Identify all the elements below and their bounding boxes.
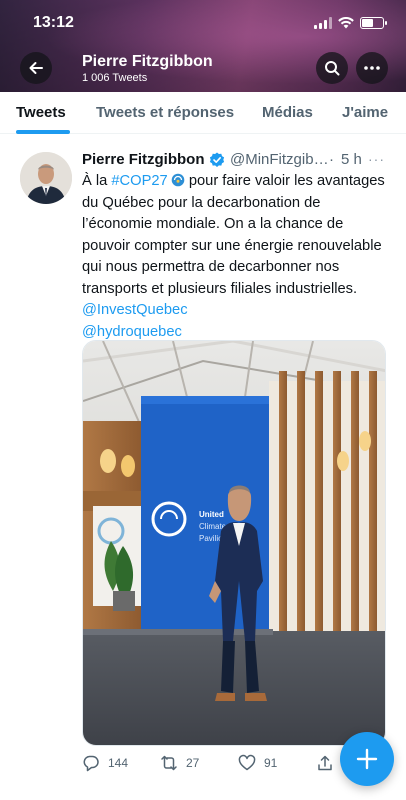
back-arrow-icon xyxy=(29,62,43,74)
profile-header-banner: 13:12 Pierre Fitzgibbon 1 006 Tweets xyxy=(0,0,406,92)
share-button[interactable] xyxy=(316,754,334,772)
search-button[interactable] xyxy=(316,52,348,84)
mention-investquebec[interactable]: @InvestQuebec xyxy=(82,302,188,318)
share-icon xyxy=(318,755,332,771)
svg-text:United: United xyxy=(199,510,224,519)
cop27-emoji-icon xyxy=(171,173,185,187)
pavilion-photo: United Climate Pavilion xyxy=(83,341,385,745)
reply-icon xyxy=(83,755,99,772)
battery-icon xyxy=(360,17,387,29)
profile-tabs: Tweets Tweets et réponses Médias J'aime xyxy=(0,92,406,134)
header-nav: Pierre Fitzgibbon 1 006 Tweets xyxy=(0,50,406,86)
tweet-timestamp[interactable]: 5 h xyxy=(341,151,362,168)
verified-badge-icon xyxy=(209,152,225,167)
tweet-text-part: pour faire valoir les avantages du Québe… xyxy=(82,173,385,297)
wifi-icon xyxy=(338,17,354,29)
more-button[interactable] xyxy=(356,52,388,84)
reply-button[interactable]: 144 xyxy=(82,754,128,772)
tweet-text-part: À la xyxy=(82,173,112,189)
retweet-count: 27 xyxy=(186,756,200,770)
search-icon xyxy=(325,61,340,76)
plus-icon xyxy=(356,748,378,770)
header-name: Pierre Fitzgibbon xyxy=(82,53,213,70)
like-button[interactable]: 91 xyxy=(238,754,277,772)
retweet-button[interactable]: 27 xyxy=(160,754,199,772)
more-icon xyxy=(364,66,380,70)
compose-tweet-button[interactable] xyxy=(340,732,394,786)
status-bar: 13:12 xyxy=(0,14,406,34)
tab-medias[interactable]: Médias xyxy=(262,104,313,121)
avatar-photo xyxy=(20,152,72,204)
retweet-icon xyxy=(161,755,177,771)
tab-tweets-et-reponses[interactable]: Tweets et réponses xyxy=(96,104,234,121)
status-icons xyxy=(314,17,387,29)
tweet-text: À la #COP27 pour faire valoir les avanta… xyxy=(82,171,386,343)
time-separator: · xyxy=(329,151,334,168)
tab-tweets[interactable]: Tweets xyxy=(16,104,66,121)
tweet-header: Pierre Fitzgibbon @MinFitzgib… · 5 h ··· xyxy=(82,151,392,171)
like-count: 91 xyxy=(264,756,278,770)
heart-icon xyxy=(238,754,256,771)
hashtag-cop27[interactable]: #COP27 xyxy=(111,173,167,189)
header-tweet-count: 1 006 Tweets xyxy=(82,72,148,84)
back-button[interactable] xyxy=(20,52,52,84)
avatar[interactable] xyxy=(20,152,72,204)
mention-hydroquebec[interactable]: @hydroquebec xyxy=(82,324,182,340)
signal-icon xyxy=(314,17,332,29)
status-time: 13:12 xyxy=(33,14,74,31)
tweet-handle[interactable]: @MinFitzgib… xyxy=(230,151,329,168)
tab-jaime[interactable]: J'aime xyxy=(342,104,388,121)
tweet-more-icon[interactable]: ··· xyxy=(368,151,385,167)
reply-count: 144 xyxy=(108,756,129,770)
tweet-author[interactable]: Pierre Fitzgibbon xyxy=(82,151,205,168)
active-tab-indicator xyxy=(16,130,70,134)
tweet-media-photo[interactable]: United Climate Pavilion xyxy=(82,340,386,746)
